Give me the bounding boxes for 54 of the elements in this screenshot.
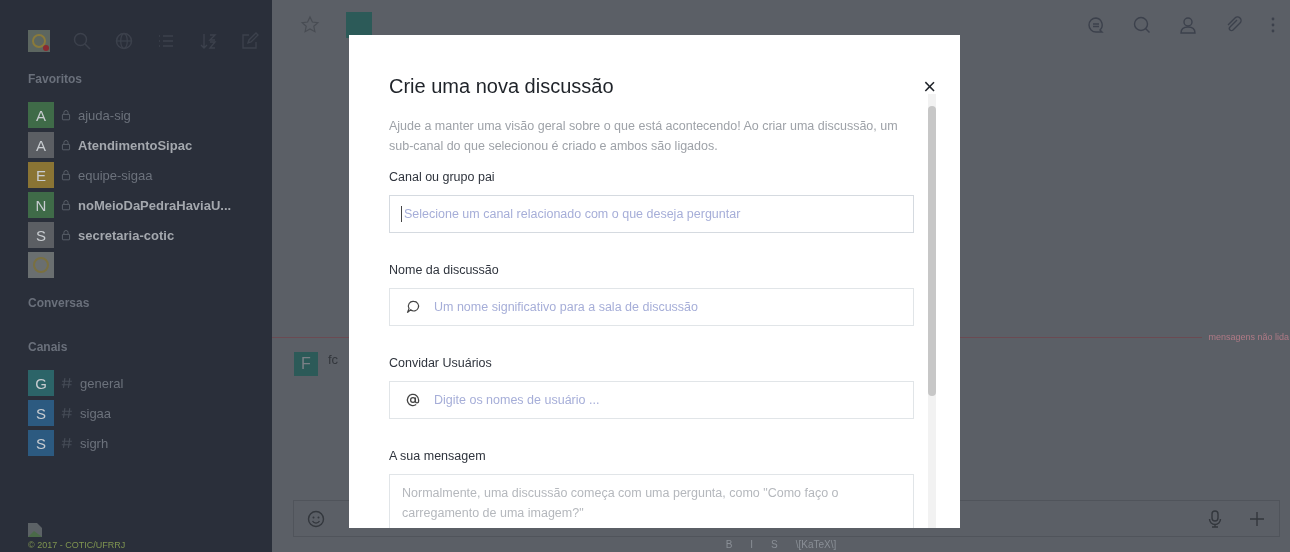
section-title: Conversas <box>28 296 91 310</box>
room-avatar: S <box>28 430 54 456</box>
broken-image-icon <box>28 523 42 537</box>
close-button[interactable]: × <box>923 75 936 98</box>
room-name[interactable]: general <box>80 375 124 391</box>
field-label: Convidar Usuários <box>389 356 493 370</box>
footer-text: © 2017 - COTIC/UFRRJ <box>28 540 127 550</box>
room-avatar: S <box>28 400 54 426</box>
room-avatar: G <box>28 370 54 396</box>
text-caret <box>401 206 402 222</box>
room-avatar: A <box>28 132 54 158</box>
hash-icon <box>60 436 74 450</box>
field-label: Canal ou grupo pai <box>389 170 496 184</box>
dialog-title: Crie uma nova discussão <box>389 75 614 98</box>
room-name[interactable]: ajuda-sig <box>78 107 131 123</box>
lock-icon <box>60 198 72 212</box>
section-title: Canais <box>28 340 69 354</box>
lock-icon <box>60 168 72 182</box>
room-name[interactable]: noMeioDaPedraHaviaU... <box>78 197 232 213</box>
server-logo-icon[interactable] <box>28 30 50 52</box>
room-name[interactable]: sigaa <box>80 405 112 421</box>
room-avatar: A <box>28 102 54 128</box>
user-avatar: F <box>294 352 318 376</box>
room-name[interactable]: equipe-sigaa <box>78 167 153 183</box>
input-field[interactable]: Um nome significativo para a sala de discussão <box>389 288 914 326</box>
input-field[interactable]: Selecione um canal relacionado com o que deseja perguntar <box>389 195 914 233</box>
discussion-icon[interactable] <box>1086 15 1106 35</box>
search-icon[interactable] <box>1132 15 1152 35</box>
lock-icon <box>60 108 72 122</box>
hash-icon <box>60 376 74 390</box>
at-sign-icon <box>405 392 421 408</box>
emoji-icon[interactable] <box>306 508 326 529</box>
room-name[interactable]: AtendimentoSipac <box>78 137 193 153</box>
room-avatar: N <box>28 192 54 218</box>
user-icon[interactable] <box>1178 15 1198 35</box>
room-avatar: S <box>28 222 54 248</box>
scrollbar-thumb[interactable] <box>928 106 936 396</box>
room-name[interactable]: secretaria-cotic <box>78 227 175 243</box>
section-title: Favoritos <box>28 72 83 86</box>
field-label: Nome da discussão <box>389 263 500 277</box>
hash-icon <box>60 406 74 420</box>
room-name[interactable]: sigrh <box>80 435 109 451</box>
kebab-menu-icon[interactable] <box>1270 15 1276 35</box>
room-logo-icon[interactable] <box>28 252 54 278</box>
input-field[interactable]: Digite os nomes de usuário ... <box>389 381 914 419</box>
lock-icon <box>60 138 72 152</box>
room-avatar: E <box>28 162 54 188</box>
lock-icon <box>60 228 72 242</box>
dialog-description: Ajude a manter uma visão geral sobre o que está acontecendo! Ao criar uma discussão, um sub-canal do que selecionou é criado e ambos são ligados. <box>389 118 899 155</box>
field-label: A sua mensagem <box>389 449 487 463</box>
discussion-icon <box>405 299 421 315</box>
message-textarea[interactable]: Normalmente, uma discussão começa com uma pergunta, como "Como faço o carregamento de uma imagem?" <box>389 474 914 528</box>
room-avatar <box>346 12 372 38</box>
unread-divider-label: mensagens não lida <box>1208 332 1289 342</box>
